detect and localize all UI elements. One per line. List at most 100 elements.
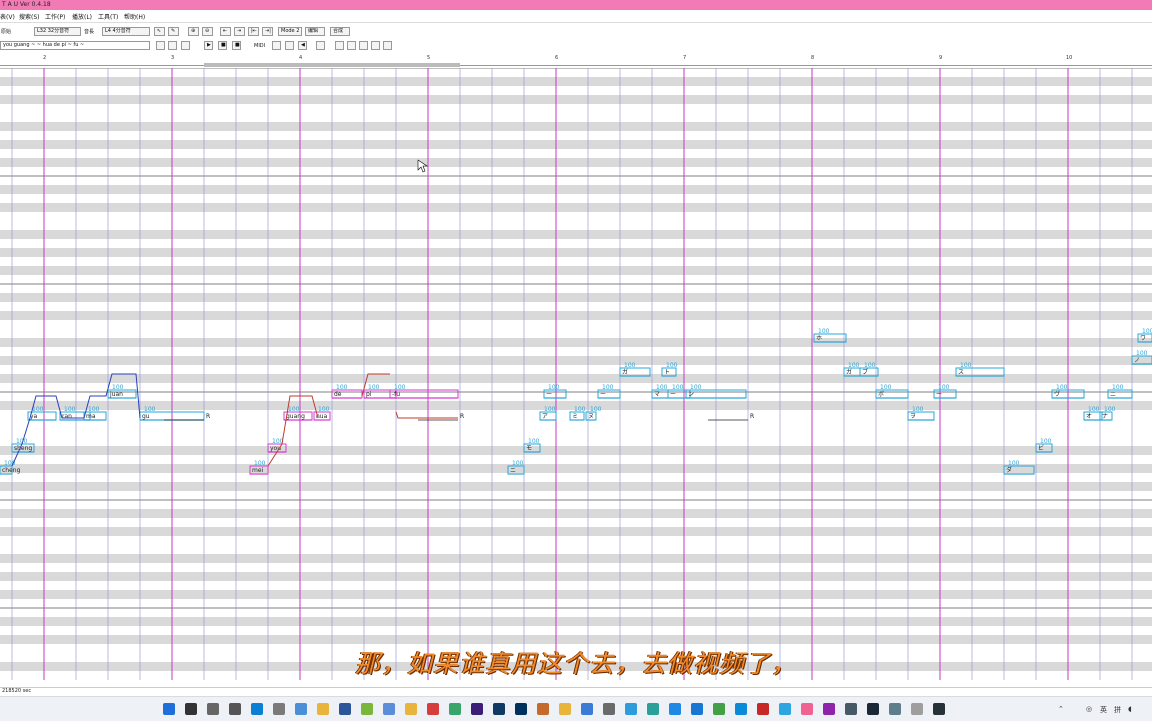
goto-end-button[interactable]: ⇥|: [262, 27, 273, 36]
windows-start-icon[interactable]: [163, 703, 175, 715]
note-lyric: ran: [62, 413, 72, 420]
edge-icon[interactable]: [251, 703, 263, 715]
browser5-icon[interactable]: [713, 703, 725, 715]
mode-2-button[interactable]: Mode 2: [278, 27, 302, 36]
browser2-icon[interactable]: [647, 703, 659, 715]
app9-icon[interactable]: [823, 703, 835, 715]
menu-item-project[interactable]: 工作(P): [45, 12, 65, 21]
midi-button-2[interactable]: [285, 41, 294, 50]
note-lyric: ヌ: [588, 413, 594, 420]
task-view-icon[interactable]: [207, 703, 219, 715]
premiere-icon[interactable]: [471, 703, 483, 715]
key-row: [0, 338, 1152, 347]
edit-button[interactable]: 编辑: [305, 27, 325, 36]
note-lyric: de: [334, 391, 342, 398]
menu-item-tools[interactable]: 工具(T): [98, 12, 118, 21]
key-row: [0, 617, 1152, 626]
browser4-icon[interactable]: [691, 703, 703, 715]
speaker-icon[interactable]: ◖: [1128, 705, 1132, 713]
app-icon[interactable]: [383, 703, 395, 715]
tx-button[interactable]: [181, 41, 190, 50]
zoom-out-button[interactable]: ⊖: [202, 27, 213, 36]
piano-roll-canvas[interactable]: cheng100sheng100ya100ran100ma100juan100g…: [0, 68, 1152, 680]
search-icon[interactable]: [185, 703, 197, 715]
photoshop-icon[interactable]: [493, 703, 505, 715]
note-velocity: 100: [912, 406, 924, 413]
piano-roll[interactable]: cheng 100 sheng 100 ya 100 ran 100 ma 100 juan 100 g…: [0, 68, 1152, 680]
app4-icon[interactable]: [537, 703, 549, 715]
env-button-4[interactable]: [371, 41, 380, 50]
menu-item-help[interactable]: 帮助(H): [124, 12, 145, 21]
pointer-tool-button[interactable]: ⇖: [154, 27, 165, 36]
folder2-icon[interactable]: [559, 703, 571, 715]
app11-icon[interactable]: [889, 703, 901, 715]
app12-icon[interactable]: [911, 703, 923, 715]
menu-item-search[interactable]: 搜索(S): [19, 12, 40, 21]
lyric-field[interactable]: you guang ~ ~ hua de pi ~ fu ~: [0, 41, 150, 50]
browser6-icon[interactable]: [735, 703, 747, 715]
scroll-left-button[interactable]: ⇤: [220, 27, 231, 36]
goto-start-button[interactable]: |⇤: [248, 27, 259, 36]
length-select[interactable]: L4 4分音符: [102, 27, 150, 36]
browser1-icon[interactable]: [625, 703, 637, 715]
telegram-icon[interactable]: [779, 703, 791, 715]
note-lyric: ー: [546, 391, 552, 398]
play-button[interactable]: ▶: [204, 41, 213, 50]
insert-button[interactable]: [156, 41, 165, 50]
scroll-right-button[interactable]: ⇥: [234, 27, 245, 36]
pencil-tool-button[interactable]: ✎: [168, 27, 179, 36]
note-length-select[interactable]: L32 32分音符: [34, 27, 81, 36]
folder-button[interactable]: [168, 41, 177, 50]
horizontal-scrollbar-thumb[interactable]: [204, 63, 460, 67]
app8-icon[interactable]: [801, 703, 813, 715]
env-button-3[interactable]: [359, 41, 368, 50]
note-lyric: オ: [1086, 413, 1092, 420]
key-row: [0, 509, 1152, 518]
note-velocity: 100: [960, 362, 972, 369]
browser3-icon[interactable]: [669, 703, 681, 715]
toolbar: 原始 L32 32分音符 音長 L4 4分音符 ⇖ ✎ ⊕ ⊖ ⇤ ⇥ |⇤ ⇥…: [0, 23, 1152, 53]
pause-button[interactable]: ■: [218, 41, 227, 50]
folder-icon[interactable]: [405, 703, 417, 715]
midi-button-3[interactable]: ◀: [298, 41, 307, 50]
synth-button[interactable]: 合成: [330, 27, 350, 36]
env-button-5[interactable]: [383, 41, 392, 50]
files-icon[interactable]: [317, 703, 329, 715]
note-lyric: ヲ: [910, 413, 916, 420]
note-velocity: 100: [666, 362, 678, 369]
note-lyric: mei: [252, 467, 264, 474]
note-velocity: 100: [938, 384, 950, 391]
note-lyric: ホ: [816, 335, 822, 342]
network-icon[interactable]: ◎: [1086, 705, 1092, 713]
app3-icon[interactable]: [449, 703, 461, 715]
zoom-in-button[interactable]: ⊕: [188, 27, 199, 36]
key-row: [0, 437, 1152, 446]
midi-button-1[interactable]: [272, 41, 281, 50]
app10-icon[interactable]: [845, 703, 857, 715]
env-button-2[interactable]: [347, 41, 356, 50]
settings-icon[interactable]: [229, 703, 241, 715]
note-lyric: ー: [670, 391, 676, 398]
utau-icon[interactable]: [933, 703, 945, 715]
midi-button-4[interactable]: [316, 41, 325, 50]
menu-item-play[interactable]: 播放(L): [72, 12, 92, 21]
app6-icon[interactable]: [603, 703, 615, 715]
word-icon[interactable]: [339, 703, 351, 715]
store-icon[interactable]: [273, 703, 285, 715]
app5-icon[interactable]: [581, 703, 593, 715]
note-icon[interactable]: [361, 703, 373, 715]
tray-chevron-icon[interactable]: ⌃: [1058, 705, 1064, 713]
app2-icon[interactable]: [427, 703, 439, 715]
onedrive-icon[interactable]: [295, 703, 307, 715]
audition-icon[interactable]: [515, 703, 527, 715]
tray-ime-label[interactable]: 英: [1100, 705, 1107, 715]
tray-lang-label[interactable]: 拼: [1114, 705, 1121, 715]
app7-icon[interactable]: [757, 703, 769, 715]
measure-ruler[interactable]: 2 3 4 5 6 7 8 9 10: [0, 53, 1152, 66]
note-velocity: 100: [1136, 350, 1148, 357]
menu-item-view[interactable]: 表(V): [0, 12, 15, 21]
stop-button[interactable]: ■: [232, 41, 241, 50]
steam-icon[interactable]: [867, 703, 879, 715]
env-button-1[interactable]: [335, 41, 344, 50]
note-lyric: ー: [936, 391, 942, 398]
